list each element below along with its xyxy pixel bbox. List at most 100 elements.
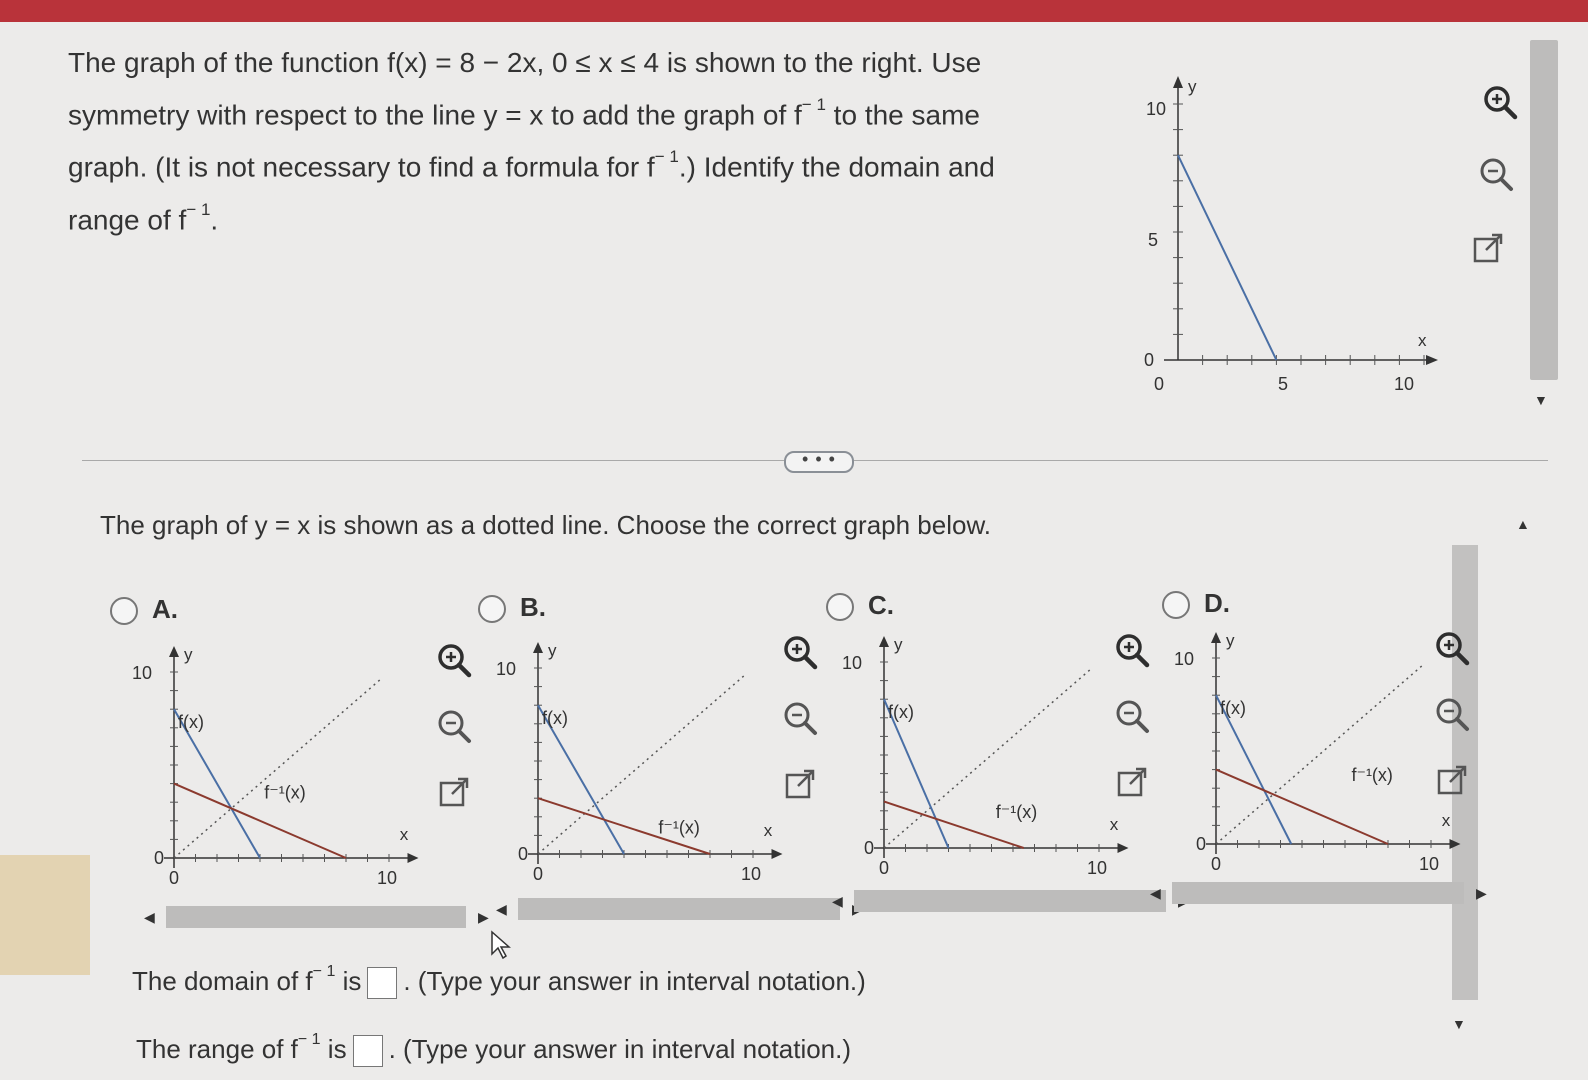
mouse-cursor-icon xyxy=(491,930,511,960)
open-external-icon xyxy=(1437,765,1467,795)
option-c-radio[interactable] xyxy=(826,593,854,622)
question-line-4: range of f− 1. xyxy=(68,199,219,235)
scroll-left-arrow-icon[interactable]: ◀ xyxy=(144,909,155,926)
option-c-hscroll-thumb[interactable] xyxy=(854,890,1166,912)
scroll-right-arrow-icon[interactable]: ▶ xyxy=(478,909,489,926)
scroll-down-arrow-icon[interactable]: ▼ xyxy=(1534,392,1548,408)
scroll-right-arrow-icon[interactable]: ▶ xyxy=(1476,885,1487,902)
option-a-zoom-in-button[interactable] xyxy=(434,640,474,680)
x-tick-0-label: 0 xyxy=(533,864,543,884)
option-c-zoom-in-button[interactable] xyxy=(1112,630,1152,670)
y-tick-10-label: 10 xyxy=(132,663,152,683)
identity-dotted-line xyxy=(173,678,381,859)
option-d[interactable]: D. xyxy=(1162,588,1230,620)
domain-input[interactable] xyxy=(367,967,398,1000)
option-b-zoom-in-button[interactable] xyxy=(780,632,820,672)
expand-dots-button[interactable]: • • • xyxy=(784,450,854,473)
y-axis-label: y xyxy=(184,645,193,664)
option-b-hscroll-thumb[interactable] xyxy=(518,898,840,920)
option-d-graph: f(x) f⁻¹(x) y x 10 00 10 xyxy=(1174,631,1461,874)
question-line-1: The graph of the function f(x) = 8 − 2x,… xyxy=(68,47,982,78)
x-tick-0-label: 0 xyxy=(1211,854,1221,874)
option-d-zoom-out-button[interactable] xyxy=(1432,694,1472,734)
option-d-open-external-button[interactable] xyxy=(1432,760,1472,800)
option-c-open-external-button[interactable] xyxy=(1112,762,1152,802)
option-a-zoom-out-button[interactable] xyxy=(434,706,474,746)
f-label: f(x) xyxy=(178,712,204,732)
option-a-hscroll-thumb[interactable] xyxy=(166,906,466,928)
scroll-left-arrow-icon[interactable]: ◀ xyxy=(1150,885,1161,902)
x-tick-10-label: 10 xyxy=(741,864,761,884)
option-a-radio[interactable] xyxy=(110,597,138,626)
x-tick-10-label: 10 xyxy=(377,868,397,888)
option-d-zoom-in-button[interactable] xyxy=(1432,628,1472,668)
scroll-left-arrow-icon[interactable]: ◀ xyxy=(496,901,507,918)
x-axis-label: x xyxy=(1442,811,1451,830)
right-scrollbar-thumb[interactable] xyxy=(1530,40,1558,380)
zoom-out-icon xyxy=(438,710,471,743)
option-d-radio[interactable] xyxy=(1162,591,1190,620)
instruction-text: The graph of y = x is shown as a dotted … xyxy=(100,510,992,540)
x-axis-label: x xyxy=(400,825,409,844)
identity-dotted-line xyxy=(883,668,1091,849)
option-b-radio[interactable] xyxy=(478,595,506,624)
y-tick-0-label: 0 xyxy=(154,848,164,868)
open-external-icon xyxy=(1117,767,1147,797)
question-text: The graph of the function f(x) = 8 − 2x,… xyxy=(68,40,1078,243)
y-tick-10-label: 10 xyxy=(842,653,862,673)
domain-answer-line: The domain of f− 1 is. (Type your answer… xyxy=(132,963,866,1000)
f-inverse-label: f⁻¹(x) xyxy=(1351,765,1392,785)
f-inverse-label: f⁻¹(x) xyxy=(996,802,1037,822)
x-tick-5: 5 xyxy=(1278,374,1288,394)
y-axis-label: y xyxy=(1226,631,1235,650)
option-b[interactable]: B. xyxy=(478,592,546,624)
f-inverse-label: f⁻¹(x) xyxy=(658,818,699,838)
option-b-zoom-out-button[interactable] xyxy=(780,698,820,738)
zoom-in-button[interactable] xyxy=(1480,82,1520,122)
option-b-graph: f(x) f⁻¹(x) y x 10 00 10 xyxy=(496,641,783,884)
top-accent-bar xyxy=(0,0,1588,22)
open-external-icon xyxy=(785,769,815,799)
zoom-in-icon xyxy=(784,636,818,670)
range-input[interactable] xyxy=(352,1035,383,1068)
option-d-hscroll-thumb[interactable] xyxy=(1172,882,1464,904)
option-c-zoom-out-button[interactable] xyxy=(1112,696,1152,736)
y-tick-0-label: 0 xyxy=(1196,834,1206,854)
y-tick-5: 5 xyxy=(1148,230,1158,250)
y-axis-label: y xyxy=(548,641,557,660)
option-b-open-external-button[interactable] xyxy=(780,764,820,804)
f-label: f(x) xyxy=(888,702,914,722)
y-tick-0-label: 0 xyxy=(518,844,528,864)
y-tick-10: 10 xyxy=(1146,99,1166,119)
x-tick-0-label: 0 xyxy=(879,858,889,878)
open-external-button[interactable] xyxy=(1468,228,1508,268)
option-a-open-external-button[interactable] xyxy=(434,772,474,812)
f-inverse-label: f⁻¹(x) xyxy=(264,782,305,802)
zoom-out-icon xyxy=(784,702,817,735)
scroll-left-arrow-icon[interactable]: ◀ xyxy=(832,893,843,910)
identity-dotted-line xyxy=(537,674,745,855)
range-answer-line: The range of f− 1 is. (Type your answer … xyxy=(136,1031,851,1068)
zoom-out-icon xyxy=(1116,700,1149,733)
y-axis-arrow xyxy=(533,642,543,653)
x-axis-label: x xyxy=(764,821,773,840)
zoom-in-icon xyxy=(1436,632,1470,666)
f-label: f(x) xyxy=(542,708,568,728)
option-a[interactable]: A. xyxy=(110,594,178,626)
scroll-up-arrow-icon[interactable]: ▲ xyxy=(1516,516,1530,532)
scroll-down-arrow-2-icon[interactable]: ▼ xyxy=(1452,1016,1466,1032)
option-c[interactable]: C. xyxy=(826,590,894,622)
x-tick-10-label: 10 xyxy=(1419,854,1439,874)
option-a-graph: f(x) f⁻¹(x) y x 10 00 10 xyxy=(132,645,419,888)
y-axis-label: y xyxy=(1188,77,1197,96)
x-tick-0-label: 0 xyxy=(169,868,179,888)
y-tick-0: 0 xyxy=(1144,350,1154,370)
x-axis-arrow xyxy=(771,849,783,859)
y-axis-label: y xyxy=(894,635,903,654)
main-graph: y x 10 5 0 0 5 10 xyxy=(1144,76,1438,394)
zoom-out-icon xyxy=(1480,158,1513,191)
y-tick-10-label: 10 xyxy=(1174,649,1194,669)
f-inverse-line xyxy=(173,782,347,859)
zoom-out-button[interactable] xyxy=(1476,154,1516,194)
question-line-2: symmetry with respect to the line y = x … xyxy=(68,95,980,131)
